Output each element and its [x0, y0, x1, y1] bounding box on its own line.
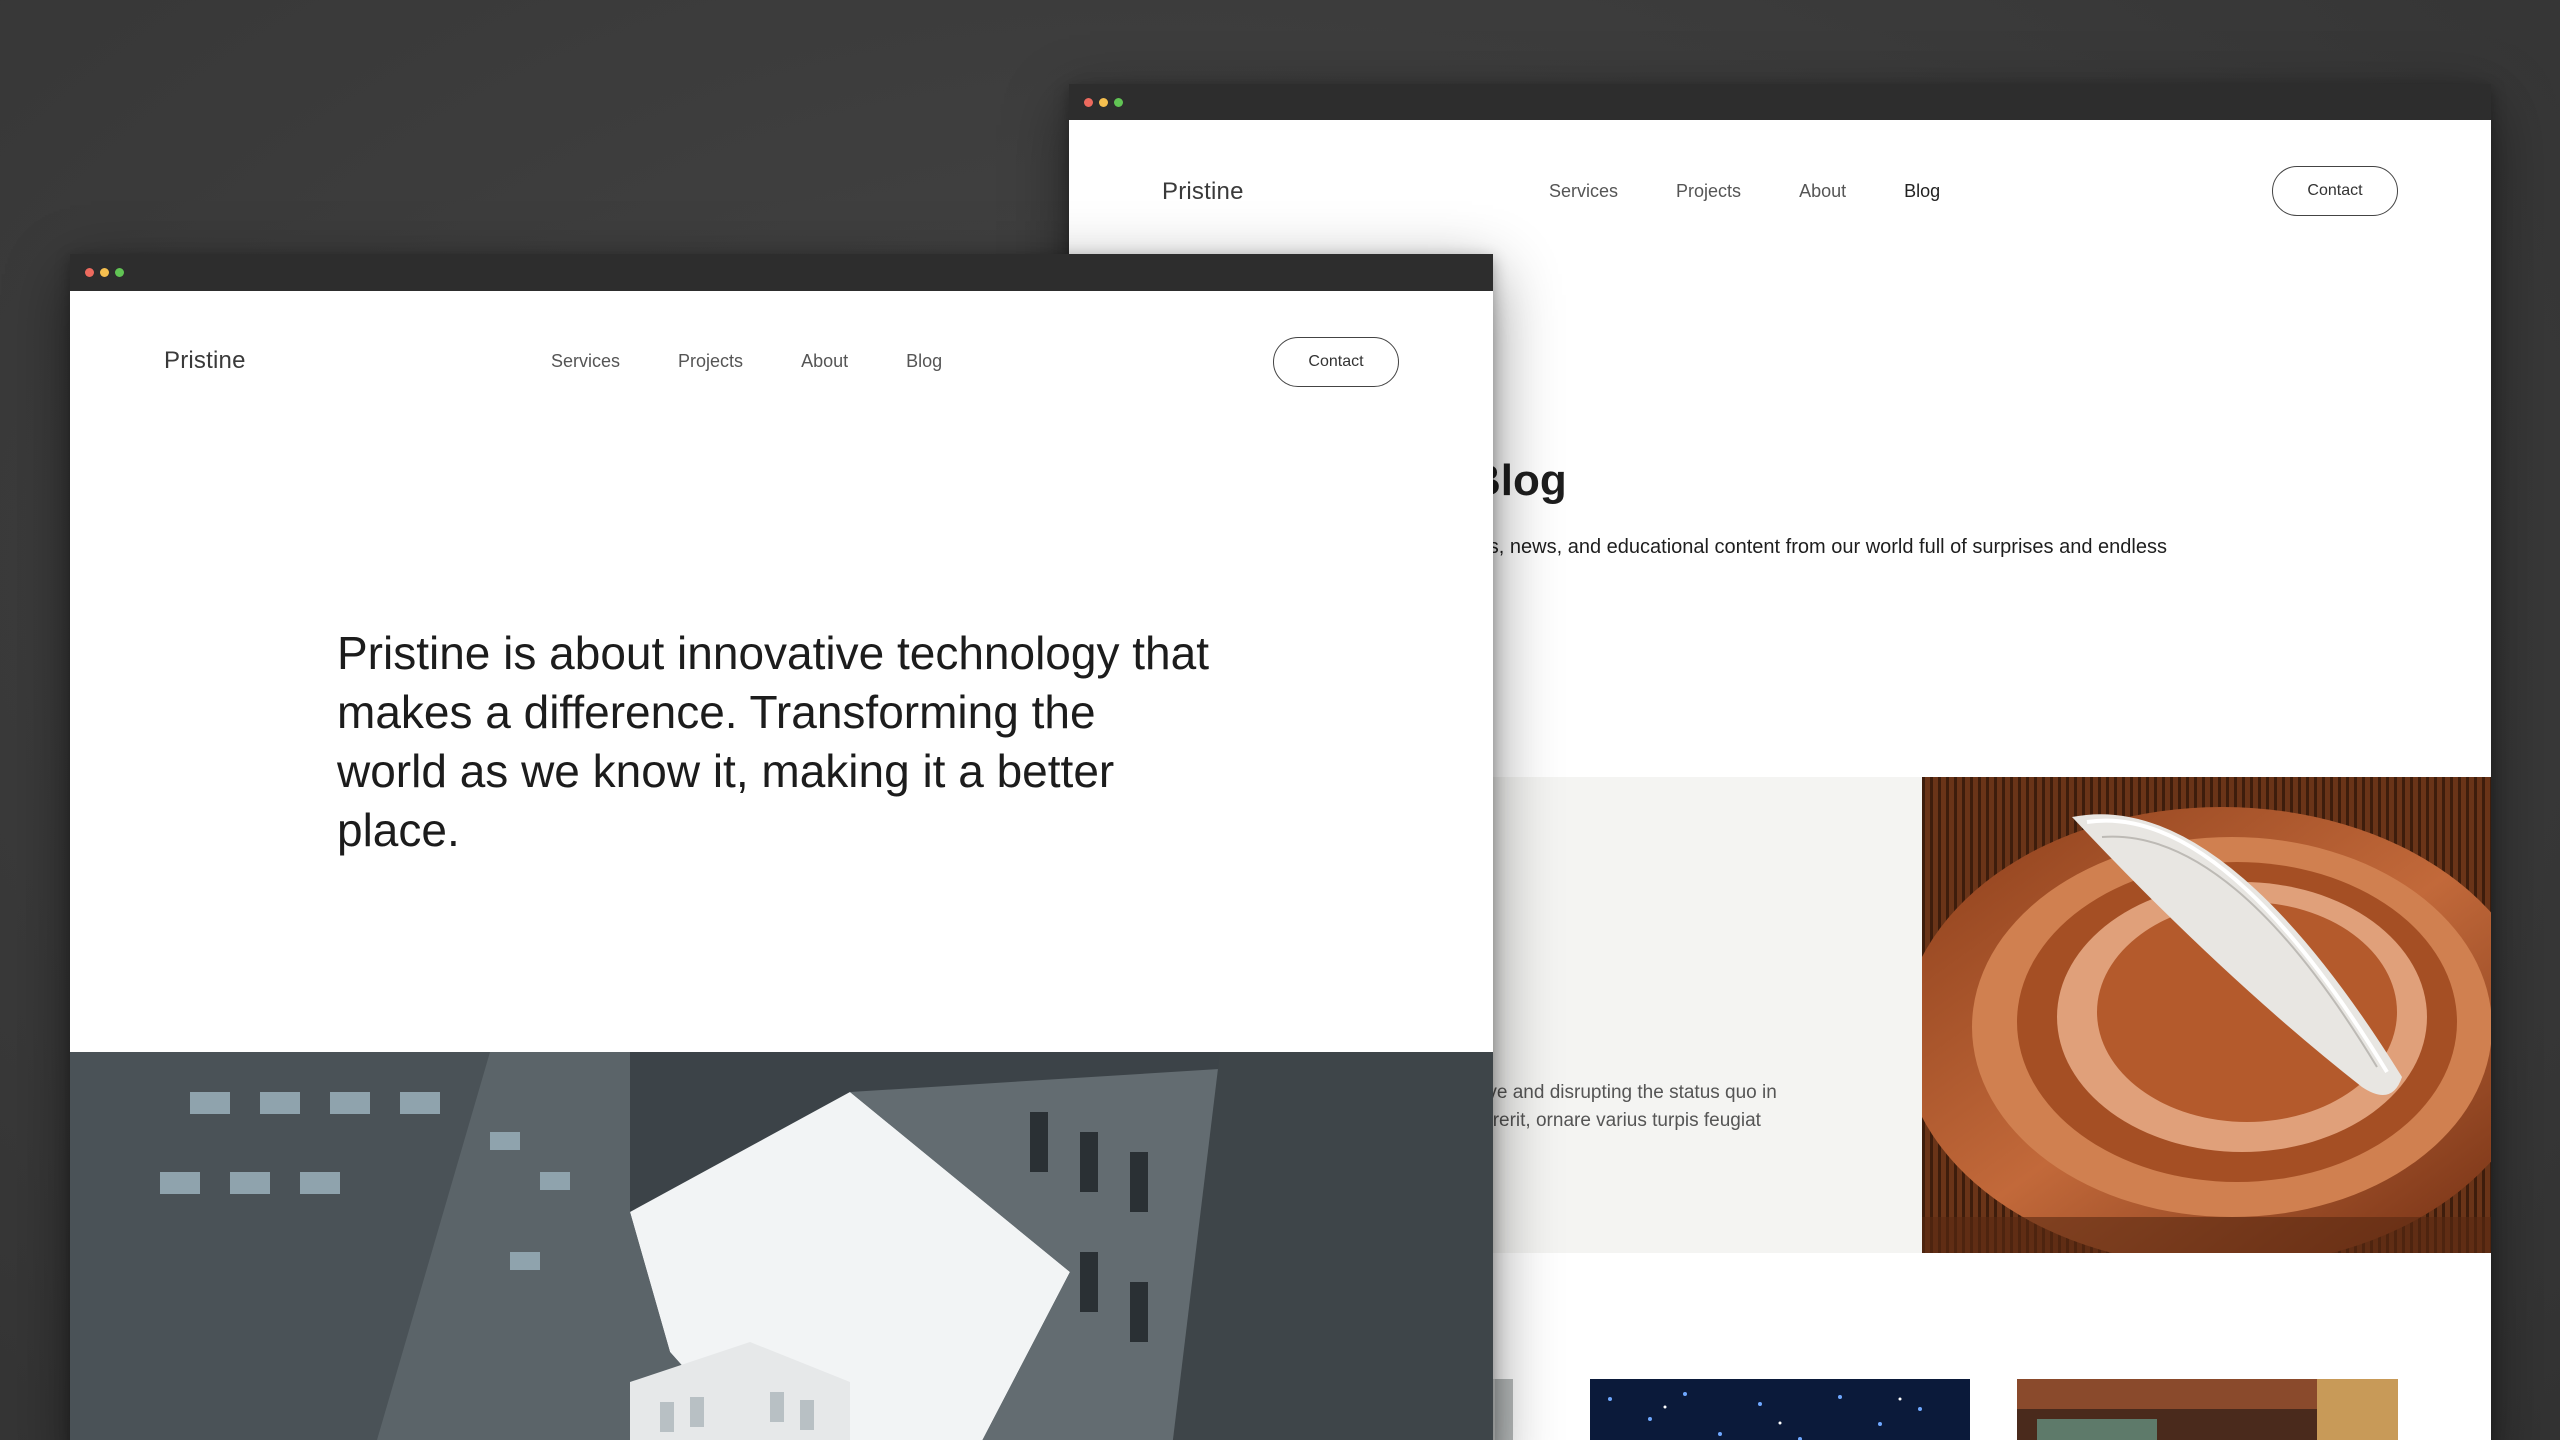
desktop-background: Pristine Services Projects About Blog Co… [0, 0, 2560, 1440]
nav-link-services[interactable]: Services [1549, 181, 1618, 202]
featured-post-image[interactable] [1922, 777, 2491, 1253]
maximize-window-button[interactable] [115, 268, 124, 277]
site-logo[interactable]: Pristine [164, 347, 246, 375]
contact-button[interactable]: Contact [1273, 337, 1399, 387]
nav-link-blog[interactable]: Blog [906, 351, 942, 372]
hero-statement: Pristine is about innovative technology … [337, 627, 1209, 856]
architecture-photo [1922, 777, 2491, 1253]
nav-link-about[interactable]: About [1799, 181, 1846, 202]
building-photo [70, 1052, 1493, 1440]
browser-window-home: Pristine Services Projects About Blog Co… [70, 254, 1493, 1440]
main-nav: Services Projects About Blog [1549, 181, 1998, 202]
thumbnail-image [1590, 1379, 1970, 1440]
thumbnail-image [2017, 1379, 2398, 1440]
hero-image [70, 1052, 1493, 1440]
post-thumbnail-3[interactable] [2017, 1379, 2398, 1440]
nav-link-services[interactable]: Services [551, 351, 620, 372]
excerpt-line: endrerit, ornare varius turpis feugiat [1461, 1110, 1761, 1131]
nav-link-projects[interactable]: Projects [678, 351, 743, 372]
excerpt-line: curve and disrupting the status quo in [1461, 1082, 1777, 1103]
contact-button[interactable]: Contact [2272, 166, 2398, 216]
close-window-button[interactable] [85, 268, 94, 277]
nav-link-blog[interactable]: Blog [1904, 181, 1940, 202]
nav-link-about[interactable]: About [801, 351, 848, 372]
minimize-window-button[interactable] [1099, 97, 1108, 107]
post-thumbnail-2[interactable] [1590, 1379, 1970, 1440]
main-nav: Services Projects About Blog [551, 351, 1000, 372]
page-subtitle: ates, news, and educational content from… [1461, 536, 2167, 558]
featured-post-excerpt: curve and disrupting the status quo in e… [1461, 1079, 1777, 1135]
close-window-button[interactable] [1084, 97, 1093, 107]
window-titlebar [70, 254, 1493, 291]
minimize-window-button[interactable] [100, 268, 109, 277]
nav-link-projects[interactable]: Projects [1676, 181, 1741, 202]
site-logo[interactable]: Pristine [1162, 178, 1244, 206]
maximize-window-button[interactable] [1114, 97, 1123, 107]
window-titlebar [1069, 84, 2491, 120]
